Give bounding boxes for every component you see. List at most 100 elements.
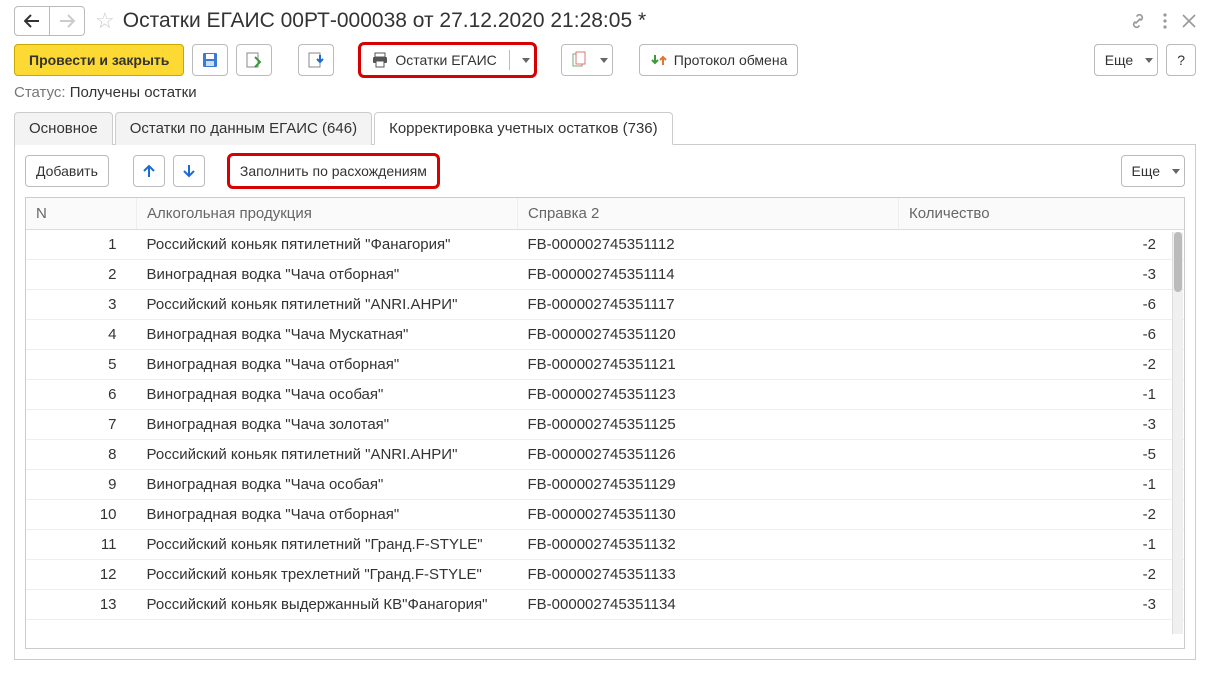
table-row[interactable]: 13Российский коньяк выдержанный КВ"Фанаг…: [26, 590, 1184, 620]
corrections-table: N Алкогольная продукция Справка 2 Количе…: [26, 198, 1184, 620]
cell-ref2: FB-000002745351117: [518, 290, 899, 320]
table-row[interactable]: 5Виноградная водка "Чача отборная"FB-000…: [26, 350, 1184, 380]
table-row[interactable]: 8Российский коньяк пятилетний "ANRI.АНРИ…: [26, 440, 1184, 470]
table-container: N Алкогольная продукция Справка 2 Количе…: [25, 197, 1185, 649]
page-title: Остатки ЕГАИС 00РТ-000038 от 27.12.2020 …: [123, 9, 1128, 33]
cell-n: 5: [26, 350, 137, 380]
cell-product: Российский коньяк трехлетний "Гранд.F-ST…: [137, 560, 518, 590]
post-and-close-button[interactable]: Провести и закрыть: [14, 44, 184, 76]
col-product[interactable]: Алкогольная продукция: [137, 198, 518, 230]
cell-qty: -2: [899, 230, 1185, 260]
cell-n: 4: [26, 320, 137, 350]
exchange-protocol-label: Протокол обмена: [674, 52, 788, 68]
cell-qty: -1: [899, 530, 1185, 560]
printer-icon: [371, 51, 389, 69]
more-button[interactable]: Еще: [1094, 44, 1159, 76]
exchange-protocol-button[interactable]: Протокол обмена: [639, 44, 799, 76]
cell-ref2: FB-000002745351132: [518, 530, 899, 560]
dropdown-caret-icon: [1145, 58, 1153, 63]
cell-ref2: FB-000002745351125: [518, 410, 899, 440]
reports-button[interactable]: [561, 44, 613, 76]
cell-ref2: FB-000002745351134: [518, 590, 899, 620]
table-row[interactable]: 10Виноградная водка "Чача отборная"FB-00…: [26, 500, 1184, 530]
print-egais-button[interactable]: Остатки ЕГАИС: [360, 44, 534, 76]
scrollbar[interactable]: [1172, 232, 1183, 634]
scrollbar-thumb[interactable]: [1174, 232, 1182, 292]
cell-ref2: FB-000002745351112: [518, 230, 899, 260]
help-button[interactable]: ?: [1166, 44, 1196, 76]
link-icon[interactable]: [1128, 11, 1148, 31]
tab-correction[interactable]: Корректировка учетных остатков (736): [374, 112, 673, 145]
exchange-icon: [650, 51, 668, 69]
nav-arrows: [14, 6, 85, 36]
cell-qty: -3: [899, 410, 1185, 440]
cell-n: 13: [26, 590, 137, 620]
cell-qty: -2: [899, 560, 1185, 590]
col-ref2[interactable]: Справка 2: [518, 198, 899, 230]
table-row[interactable]: 1Российский коньяк пятилетний "Фанагория…: [26, 230, 1184, 260]
cell-n: 1: [26, 230, 137, 260]
print-egais-label: Остатки ЕГАИС: [395, 52, 496, 68]
post-button[interactable]: [236, 44, 272, 76]
col-n[interactable]: N: [26, 198, 137, 230]
table-row[interactable]: 2Виноградная водка "Чача отборная"FB-000…: [26, 260, 1184, 290]
tab-egais-balance[interactable]: Остатки по данным ЕГАИС (646): [115, 112, 372, 145]
nav-back-button[interactable]: [14, 6, 50, 36]
cell-product: Российский коньяк выдержанный КВ"Фанагор…: [137, 590, 518, 620]
table-row[interactable]: 6Виноградная водка "Чача особая"FB-00000…: [26, 380, 1184, 410]
col-qty[interactable]: Количество: [899, 198, 1185, 230]
tabs: Основное Остатки по данным ЕГАИС (646) К…: [14, 111, 1196, 145]
cell-qty: -6: [899, 290, 1185, 320]
cell-ref2: FB-000002745351120: [518, 320, 899, 350]
dropdown-caret-icon: [522, 58, 530, 63]
more-dots-icon[interactable]: [1162, 11, 1168, 31]
cell-product: Виноградная водка "Чача особая": [137, 470, 518, 500]
cell-qty: -2: [899, 500, 1185, 530]
inner-more-button[interactable]: Еще: [1121, 155, 1186, 187]
add-row-button[interactable]: Добавить: [25, 155, 109, 187]
status-value: Получены остатки: [70, 84, 197, 101]
tab-main[interactable]: Основное: [14, 112, 113, 145]
cell-n: 8: [26, 440, 137, 470]
cell-product: Виноградная водка "Чача особая": [137, 380, 518, 410]
cell-qty: -3: [899, 260, 1185, 290]
nav-forward-button[interactable]: [50, 6, 85, 36]
cell-product: Виноградная водка "Чача отборная": [137, 500, 518, 530]
cell-qty: -2: [899, 350, 1185, 380]
load-button[interactable]: [298, 44, 334, 76]
cell-n: 10: [26, 500, 137, 530]
cell-product: Виноградная водка "Чача золотая": [137, 410, 518, 440]
table-row[interactable]: 12Российский коньяк трехлетний "Гранд.F-…: [26, 560, 1184, 590]
cell-product: Виноградная водка "Чача отборная": [137, 260, 518, 290]
more-label: Еще: [1105, 52, 1134, 68]
table-row[interactable]: 7Виноградная водка "Чача золотая"FB-0000…: [26, 410, 1184, 440]
add-row-label: Добавить: [36, 163, 98, 179]
cell-n: 12: [26, 560, 137, 590]
status-label: Статус:: [14, 84, 66, 101]
arrow-up-icon: [142, 163, 156, 179]
cell-ref2: FB-000002745351130: [518, 500, 899, 530]
move-down-button[interactable]: [173, 155, 205, 187]
close-icon[interactable]: [1182, 14, 1196, 28]
status-line: Статус: Получены остатки: [0, 84, 1210, 111]
cell-n: 2: [26, 260, 137, 290]
favorite-star-icon[interactable]: ☆: [95, 8, 115, 34]
cell-ref2: FB-000002745351129: [518, 470, 899, 500]
cell-qty: -1: [899, 380, 1185, 410]
move-up-button[interactable]: [133, 155, 165, 187]
cell-ref2: FB-000002745351126: [518, 440, 899, 470]
table-row[interactable]: 4Виноградная водка "Чача Мускатная"FB-00…: [26, 320, 1184, 350]
cell-qty: -6: [899, 320, 1185, 350]
fill-by-diff-button[interactable]: Заполнить по расхождениям: [229, 155, 438, 187]
inner-more-label: Еще: [1132, 163, 1161, 179]
save-button[interactable]: [192, 44, 228, 76]
table-row[interactable]: 11Российский коньяк пятилетний "Гранд.F-…: [26, 530, 1184, 560]
table-row[interactable]: 9Виноградная водка "Чача особая"FB-00000…: [26, 470, 1184, 500]
post-and-close-label: Провести и закрыть: [29, 52, 169, 68]
cell-qty: -1: [899, 470, 1185, 500]
cell-n: 7: [26, 410, 137, 440]
help-label: ?: [1177, 52, 1185, 68]
cell-ref2: FB-000002745351133: [518, 560, 899, 590]
dropdown-caret-icon: [1172, 169, 1180, 174]
table-row[interactable]: 3Российский коньяк пятилетний "ANRI.АНРИ…: [26, 290, 1184, 320]
